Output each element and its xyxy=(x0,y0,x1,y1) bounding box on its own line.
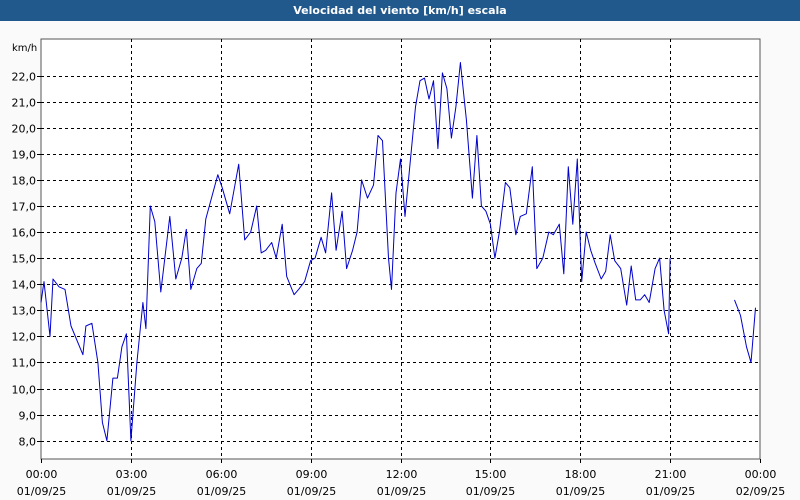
x-tick-date-label: 01/09/25 xyxy=(377,485,426,498)
y-tick-label: 12,0 xyxy=(12,331,37,344)
x-tick-time-label: 09:00 xyxy=(296,468,328,481)
y-tick-label: 22,0 xyxy=(12,71,37,84)
x-tick-date-label: 01/09/25 xyxy=(197,485,246,498)
x-tick-date-label: 01/09/25 xyxy=(646,485,695,498)
wind-speed-chart: 8,0 9,0 10,0 11,0 12,0 13,0 14,0 15,0 16,0 17,0 18… xyxy=(12,38,785,498)
x-tick-time-label: 12:00 xyxy=(386,468,418,481)
x-tick-time-label: 18:00 xyxy=(565,468,597,481)
x-tick-date-label: 01/09/25 xyxy=(466,485,515,498)
x-axis: 00:00 01/09/25 03:00 01/09/25 06:00 01/09/25 0… xyxy=(17,459,785,498)
y-tick-label: 15,0 xyxy=(12,253,37,266)
y-tick-label: 10,0 xyxy=(12,384,37,397)
x-tick-time-label: 15:00 xyxy=(475,468,507,481)
y-tick-label: 8,0 xyxy=(19,436,37,449)
y-tick-label: 19,0 xyxy=(12,149,37,162)
x-tick-date-label: 01/09/25 xyxy=(556,485,605,498)
y-tick-label: 11,0 xyxy=(12,357,37,370)
chart-title: Velocidad del viento [km/h] escala xyxy=(0,0,800,21)
x-tick-date-label: 01/09/25 xyxy=(17,485,66,498)
y-axis-label: km/h xyxy=(12,43,37,54)
x-tick-time-label: 00:00 xyxy=(745,468,777,481)
x-tick-date-label: 01/09/25 xyxy=(107,485,156,498)
x-tick-time-label: 21:00 xyxy=(655,468,687,481)
y-tick-label: 14,0 xyxy=(12,279,37,292)
y-tick-label: 16,0 xyxy=(12,227,37,240)
y-tick-label: 9,0 xyxy=(19,410,37,423)
x-tick-time-label: 03:00 xyxy=(116,468,148,481)
x-tick-time-label: 00:00 xyxy=(26,468,58,481)
y-tick-label: 17,0 xyxy=(12,201,37,214)
x-tick-time-label: 06:00 xyxy=(206,468,238,481)
y-tick-label: 18,0 xyxy=(12,175,37,188)
x-tick-date-label: 01/09/25 xyxy=(287,485,336,498)
x-tick-date-label: 02/09/25 xyxy=(736,485,785,498)
y-tick-label: 13,0 xyxy=(12,305,37,318)
y-tick-label: 20,0 xyxy=(12,123,37,136)
y-tick-label: 21,0 xyxy=(12,97,37,110)
y-axis: 8,0 9,0 10,0 11,0 12,0 13,0 14,0 15,0 16,0 17,0 18… xyxy=(12,71,41,449)
